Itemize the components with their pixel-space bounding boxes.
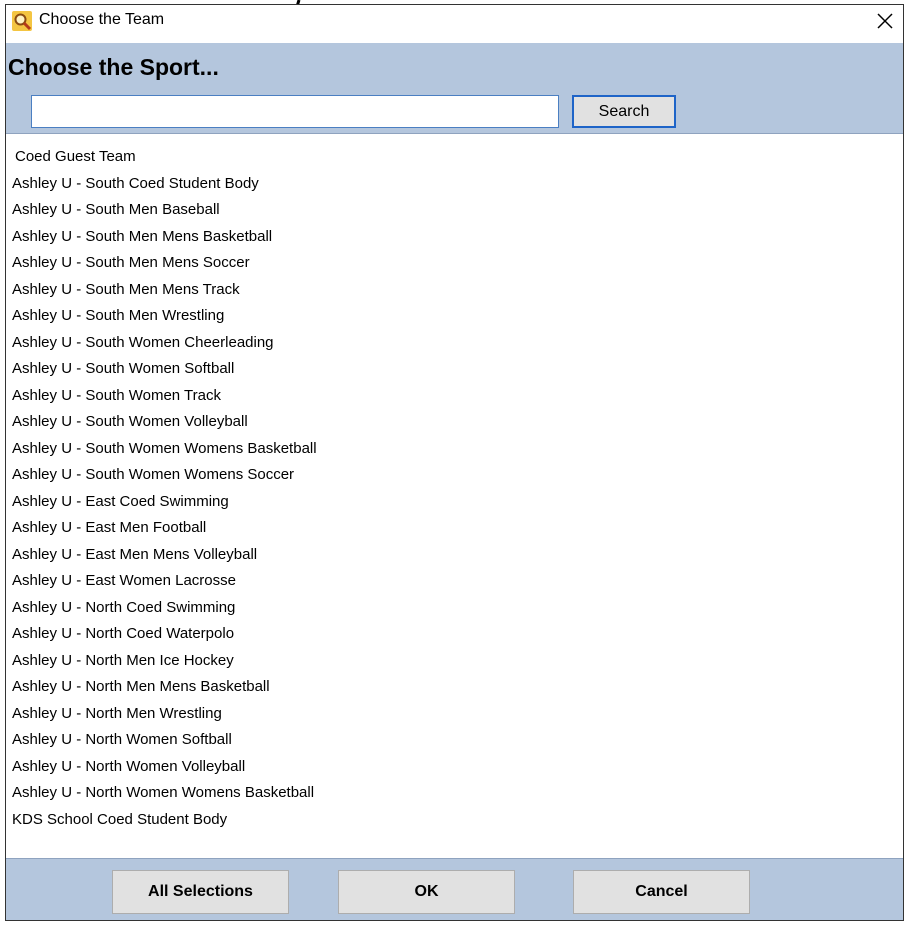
list-item[interactable]: Ashley U - North Women Softball bbox=[6, 727, 903, 754]
list-item[interactable]: Ashley U - South Women Softball bbox=[6, 356, 903, 383]
list-item[interactable]: Ashley U - South Men Mens Soccer bbox=[6, 250, 903, 277]
list-item[interactable]: Ashley U - South Men Mens Basketball bbox=[6, 224, 903, 251]
list-item[interactable]: Ashley U - North Women Volleyball bbox=[6, 754, 903, 781]
list-item[interactable]: Ashley U - North Men Mens Basketball bbox=[6, 674, 903, 701]
list-item[interactable]: Ashley U - East Men Football bbox=[6, 515, 903, 542]
list-item[interactable]: Ashley U - North Coed Swimming bbox=[6, 595, 903, 622]
team-list[interactable]: Coed Guest Team Ashley U - South Coed Stu… bbox=[6, 144, 903, 839]
list-item[interactable]: Ashley U - North Men Wrestling bbox=[6, 701, 903, 728]
list-item[interactable]: Ashley U - East Men Mens Volleyball bbox=[6, 542, 903, 569]
list-item[interactable]: Ashley U - North Women Womens Basketball bbox=[6, 780, 903, 807]
list-item[interactable]: Ashley U - North Coed Waterpolo bbox=[6, 621, 903, 648]
list-item[interactable]: Ashley U - South Women Volleyball bbox=[6, 409, 903, 436]
list-item[interactable]: Ashley U - South Women Womens Basketball bbox=[6, 436, 903, 463]
list-item[interactable]: Ashley U - East Women Lacrosse bbox=[6, 568, 903, 595]
choose-team-dialog: Choose the Team Choose the Sport... Sear… bbox=[5, 4, 904, 921]
magnifier-icon bbox=[12, 11, 32, 31]
list-item[interactable]: Ashley U - North Men Ice Hockey bbox=[6, 648, 903, 675]
list-item[interactable]: Ashley U - South Women Cheerleading bbox=[6, 330, 903, 357]
list-item[interactable]: Ashley U - South Men Wrestling bbox=[6, 303, 903, 330]
list-item[interactable]: Ashley U - South Men Mens Track bbox=[6, 277, 903, 304]
list-item[interactable]: KDS School Coed Student Body bbox=[6, 807, 903, 834]
list-item[interactable]: Ashley U - South Men Baseball bbox=[6, 197, 903, 224]
footer-panel: All Selections OK Cancel bbox=[6, 858, 903, 920]
list-item[interactable]: Ashley U - South Women Womens Soccer bbox=[6, 462, 903, 489]
list-item[interactable]: Coed Guest Team bbox=[6, 144, 903, 171]
header-panel: Choose the Sport... Search bbox=[6, 43, 903, 134]
cancel-button[interactable]: Cancel bbox=[573, 870, 750, 914]
ok-button[interactable]: OK bbox=[338, 870, 515, 914]
close-button[interactable] bbox=[867, 5, 903, 37]
close-icon bbox=[877, 13, 893, 29]
page-title: Choose the Sport... bbox=[8, 54, 219, 80]
list-item[interactable]: Ashley U - South Women Track bbox=[6, 383, 903, 410]
search-button[interactable]: Search bbox=[572, 95, 676, 128]
list-item[interactable]: Ashley U - East Coed Swimming bbox=[6, 489, 903, 516]
window-title: Choose the Team bbox=[39, 11, 165, 28]
all-selections-button[interactable]: All Selections bbox=[112, 870, 289, 914]
search-input[interactable] bbox=[31, 95, 559, 128]
list-item[interactable]: Ashley U - South Coed Student Body bbox=[6, 171, 903, 198]
title-bar: Choose the Team bbox=[6, 5, 903, 43]
